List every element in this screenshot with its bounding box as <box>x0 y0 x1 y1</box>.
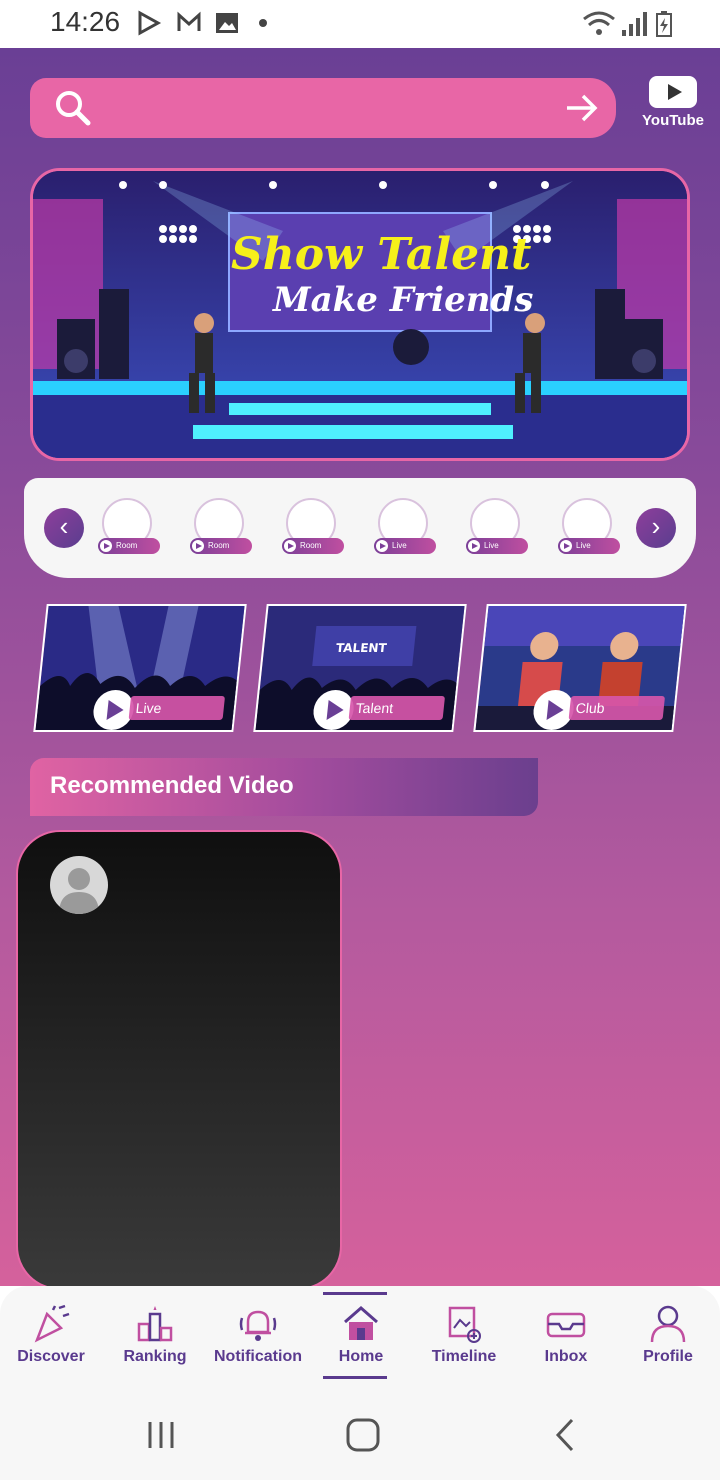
nav-label: Ranking <box>123 1348 187 1365</box>
live-item[interactable]: Live <box>460 498 530 560</box>
nav-label: Profile <box>643 1348 693 1365</box>
category-talent-card[interactable]: TALENT Talent <box>253 604 467 732</box>
battery-charging-icon <box>656 11 672 37</box>
live-tag: Live <box>466 538 528 554</box>
nav-label: Home <box>338 1348 384 1365</box>
system-navigation <box>0 1390 720 1480</box>
gallery-icon <box>216 13 238 33</box>
category-club-card[interactable]: Club <box>473 604 687 732</box>
search-bar[interactable] <box>30 78 616 138</box>
ranking-podium-icon <box>137 1306 173 1342</box>
recommended-header: Recommended Video <box>30 758 538 816</box>
status-bar: 14:26 <box>0 0 720 48</box>
party-popper-icon <box>34 1304 70 1343</box>
default-avatar-icon <box>59 868 99 914</box>
nav-timeline[interactable]: Timeline <box>414 1302 514 1366</box>
gmail-icon <box>177 11 201 31</box>
status-time: 14:26 <box>50 6 121 37</box>
back-icon[interactable] <box>550 1416 580 1454</box>
arrow-right-icon[interactable] <box>564 90 600 126</box>
live-item[interactable]: Live <box>368 498 438 560</box>
room-tag: Room <box>190 538 252 554</box>
youtube-button[interactable]: YouTube <box>640 76 706 140</box>
home-system-icon[interactable] <box>344 1416 382 1454</box>
nav-label: Notification <box>214 1348 302 1365</box>
bell-icon <box>239 1310 277 1341</box>
live-item[interactable]: Live <box>552 498 622 560</box>
signal-icon <box>622 12 647 36</box>
room-tag: Room <box>98 538 160 554</box>
person-icon <box>650 1305 686 1343</box>
category-label: Club <box>568 696 666 720</box>
youtube-icon <box>649 76 697 108</box>
dot-icon <box>259 19 267 27</box>
play-store-icon <box>138 10 162 36</box>
carousel-next-button[interactable]: › <box>636 508 676 548</box>
inbox-tray-icon <box>546 1312 586 1338</box>
nav-profile[interactable]: Profile <box>618 1302 718 1366</box>
nav-label: Discover <box>17 1348 85 1365</box>
banner-line1: Show Talent <box>231 229 531 280</box>
home-screen: YouTube Show Talent Make Friends ‹ Room … <box>0 48 720 1286</box>
live-tag: Live <box>558 538 620 554</box>
room-tag: Room <box>282 538 344 554</box>
room-item[interactable]: Room <box>276 498 346 560</box>
recommended-video-card[interactable] <box>16 830 342 1286</box>
room-item[interactable]: Room <box>92 498 162 560</box>
category-label: Live <box>128 696 226 720</box>
search-icon[interactable] <box>54 89 92 127</box>
home-icon <box>344 1306 378 1340</box>
wifi-icon <box>583 11 615 35</box>
nav-label: Timeline <box>431 1348 497 1365</box>
nav-home[interactable]: Home <box>311 1292 411 1379</box>
category-live-card[interactable]: Live <box>33 604 247 732</box>
nav-notification[interactable]: Notification <box>208 1302 308 1366</box>
live-tag: Live <box>374 538 436 554</box>
nav-discover[interactable]: Discover <box>1 1302 101 1366</box>
talent-stage-text: TALENT <box>335 641 388 655</box>
timeline-image-icon <box>448 1306 481 1343</box>
avatar[interactable] <box>50 856 108 914</box>
promo-banner[interactable]: Show Talent Make Friends <box>30 168 690 461</box>
recommended-title: Recommended Video <box>50 772 294 799</box>
live-rooms-carousel: ‹ Room Room Room Live Live Live › <box>24 478 696 578</box>
category-label: Talent <box>348 696 446 720</box>
youtube-label: YouTube <box>642 112 704 129</box>
search-input[interactable] <box>108 88 528 128</box>
room-item[interactable]: Room <box>184 498 254 560</box>
recent-apps-icon[interactable] <box>144 1418 178 1452</box>
nav-ranking[interactable]: Ranking <box>105 1302 205 1366</box>
nav-label: Inbox <box>544 1348 588 1365</box>
banner-line2: Make Friends <box>272 280 533 320</box>
carousel-prev-button[interactable]: ‹ <box>44 508 84 548</box>
nav-inbox[interactable]: Inbox <box>516 1302 616 1366</box>
bottom-navigation: Discover Ranking Notification Home Timel… <box>0 1286 720 1390</box>
